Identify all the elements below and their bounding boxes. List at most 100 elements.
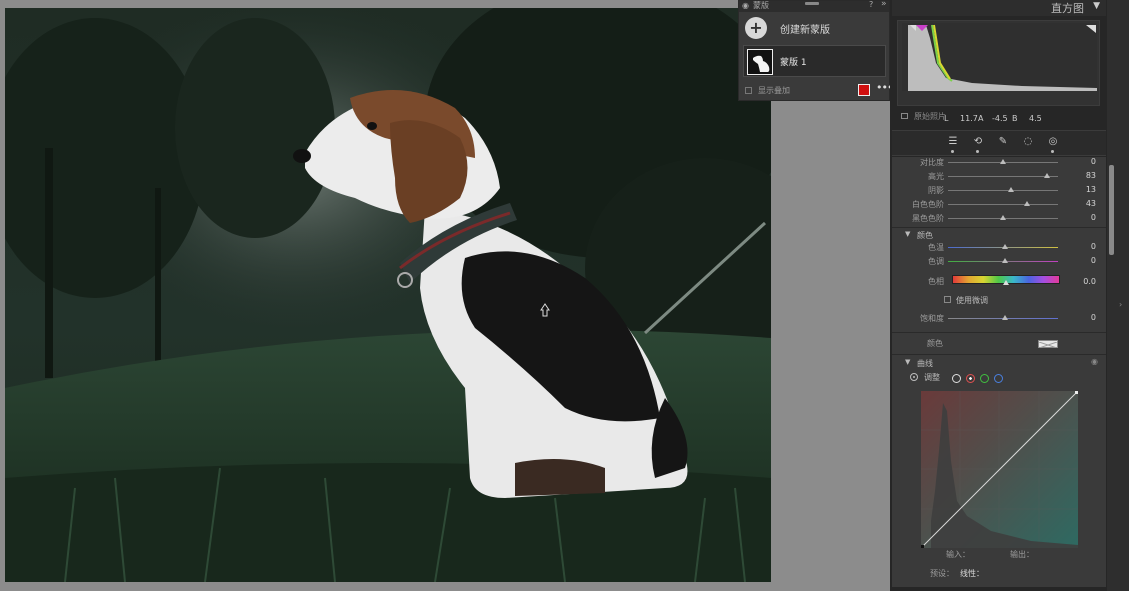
tool-strip: ☰ ⟲ ✎ ◌ ◎ xyxy=(892,130,1106,156)
saturation-value[interactable]: 0 xyxy=(1091,313,1096,322)
collapse-arrow-icon[interactable]: › xyxy=(1119,300,1122,309)
curve-channel-row: 调整 xyxy=(892,372,1106,386)
fine-adjust-row[interactable]: 使用微调 xyxy=(944,294,1064,306)
tone-curve-graph[interactable] xyxy=(921,391,1078,548)
preset-label: 预设： xyxy=(930,569,954,578)
masks-panel-title: 蒙版 xyxy=(753,1,769,10)
rgb-channel-button[interactable] xyxy=(952,374,961,383)
temp-slider-thumb[interactable] xyxy=(1002,244,1008,249)
mask-thumbnail xyxy=(747,49,773,75)
slider-row[interactable]: 对比度 0 xyxy=(892,156,1106,170)
slider-label: 对比度 xyxy=(920,158,944,167)
slider-thumb[interactable] xyxy=(1008,187,1014,192)
slider-value[interactable]: 13 xyxy=(1086,185,1096,194)
original-photo-checkbox[interactable] xyxy=(901,113,908,119)
slider-row[interactable]: 阴影 13 xyxy=(892,184,1106,198)
slider-label: 黑色色阶 xyxy=(912,214,944,223)
adjustment-panel: 对比度 0 高光 83 阴影 13 白色色阶 43 黑色色阶 0 ▼ 颜色 色温 0 色调 0 色… xyxy=(892,157,1106,587)
slider-row[interactable]: 高光 83 xyxy=(892,170,1106,184)
output-label: 输出： xyxy=(1010,550,1034,559)
hue-slider-thumb[interactable] xyxy=(1003,280,1009,285)
color-label: 颜色 xyxy=(927,339,943,348)
histogram-header[interactable]: 直方图 ▼ xyxy=(892,0,1106,16)
slider-thumb[interactable] xyxy=(1024,201,1030,206)
hue-value[interactable]: 0.0 xyxy=(1083,277,1096,286)
slider-label: 阴影 xyxy=(928,186,944,195)
eye-icon[interactable]: ◉ xyxy=(742,1,749,10)
tint-label: 色调 xyxy=(928,257,944,266)
slider-row[interactable]: 白色色阶 43 xyxy=(892,198,1106,212)
histogram: L 11.7 A -4.5 B 4.5 xyxy=(897,20,1100,123)
slider-row[interactable]: 黑色色阶 0 xyxy=(892,212,1106,226)
original-photo-row[interactable]: 原始照片 xyxy=(901,111,1081,123)
eye-icon[interactable]: ◉ xyxy=(1091,357,1098,366)
mask-name: 蒙版 1 xyxy=(780,58,807,68)
show-overlay-label: 显示叠加 xyxy=(758,86,790,95)
histogram-graph xyxy=(902,23,1097,91)
saturation-slider[interactable]: 饱和度 0 xyxy=(892,312,1106,326)
slider-value[interactable]: 83 xyxy=(1086,171,1096,180)
original-photo-label: 原始照片 xyxy=(914,112,946,121)
green-channel-button[interactable] xyxy=(980,374,989,383)
right-panel: › 直方图 ▼ L 11.7 A -4.5 B 4.5 原始照片 ☰ ⟲ ✎ ◌… xyxy=(890,0,1129,591)
slider-label: 白色色阶 xyxy=(912,200,944,209)
show-overlay-row: 显示叠加 ••• xyxy=(743,81,893,98)
slider-thumb[interactable] xyxy=(1044,173,1050,178)
temp-label: 色温 xyxy=(928,243,944,252)
slider-thumb[interactable] xyxy=(1000,159,1006,164)
overlay-color-swatch[interactable] xyxy=(858,84,870,96)
beagle-photo xyxy=(5,8,771,582)
crop-tool-icon[interactable]: ⟲ xyxy=(971,136,985,147)
slider-thumb[interactable] xyxy=(1000,215,1006,220)
histogram-title: 直方图 xyxy=(1051,2,1084,15)
masking-tool-icon[interactable]: ◎ xyxy=(1046,136,1060,147)
fine-adjust-checkbox[interactable] xyxy=(944,296,951,303)
blue-channel-button[interactable] xyxy=(994,374,1003,383)
create-new-mask-button[interactable]: + 创建新蒙版 xyxy=(745,17,885,39)
target-adjust-icon[interactable] xyxy=(910,373,918,381)
slider-label: 高光 xyxy=(928,172,944,181)
hue-label: 色相 xyxy=(928,277,944,286)
red-eye-tool-icon[interactable]: ◌ xyxy=(1021,136,1035,147)
input-label: 输入： xyxy=(946,550,970,559)
temp-value[interactable]: 0 xyxy=(1091,242,1096,251)
collapse-triangle-icon[interactable]: ▼ xyxy=(905,358,910,366)
saturation-slider-thumb[interactable] xyxy=(1002,315,1008,320)
photo-image[interactable] xyxy=(5,8,771,582)
curve-adjust-label: 调整 xyxy=(924,373,940,382)
plus-icon: + xyxy=(745,17,767,39)
red-channel-button[interactable] xyxy=(966,374,975,383)
collapse-triangle-icon[interactable]: ▼ xyxy=(905,230,910,238)
tint-slider[interactable]: 色调 0 xyxy=(892,255,1106,269)
show-overlay-checkbox[interactable] xyxy=(745,87,752,94)
expand-icon[interactable]: » xyxy=(881,0,887,9)
tint-slider-thumb[interactable] xyxy=(1002,258,1008,263)
temp-slider[interactable]: 色温 0 xyxy=(892,241,1106,255)
saturation-label: 饱和度 xyxy=(920,314,944,323)
tone-curve-editor[interactable] xyxy=(921,391,1078,548)
masks-panel: ◉ 蒙版 ? » + 创建新蒙版 蒙版 1 显示叠加 ••• xyxy=(738,0,893,101)
slider-value[interactable]: 0 xyxy=(1091,213,1096,222)
histogram-dropdown-icon[interactable]: ▼ xyxy=(1093,1,1100,11)
curve-io-readout: 输入： 输出： xyxy=(892,549,1106,561)
help-icon[interactable]: ? xyxy=(869,0,873,9)
fine-adjust-label: 使用微调 xyxy=(956,296,988,305)
masks-panel-header[interactable]: ◉ 蒙版 ? » xyxy=(739,0,889,12)
curve-section-title: 曲线 xyxy=(917,359,933,368)
panel-scroll-strip xyxy=(1107,0,1129,591)
color-section-title: 颜色 xyxy=(917,231,933,240)
panel-scrollbar[interactable] xyxy=(1109,165,1114,255)
tint-value[interactable]: 0 xyxy=(1091,256,1096,265)
drag-handle[interactable] xyxy=(805,2,819,5)
slider-value[interactable]: 0 xyxy=(1091,157,1096,166)
create-new-mask-label: 创建新蒙版 xyxy=(780,25,830,36)
slider-value[interactable]: 43 xyxy=(1086,199,1096,208)
healing-tool-icon[interactable]: ✎ xyxy=(996,136,1010,147)
color-row[interactable]: 颜色 xyxy=(892,337,1106,351)
sliders-tool-icon[interactable]: ☰ xyxy=(946,136,960,147)
curve-section-header[interactable]: ▼ 曲线 ◉ xyxy=(892,357,1106,371)
mask-item[interactable]: 蒙版 1 xyxy=(743,45,886,77)
curve-preset-row[interactable]: 预设： 线性： xyxy=(892,568,1106,580)
preset-value[interactable]: 线性： xyxy=(960,568,984,579)
color-swatch[interactable] xyxy=(1038,340,1058,349)
